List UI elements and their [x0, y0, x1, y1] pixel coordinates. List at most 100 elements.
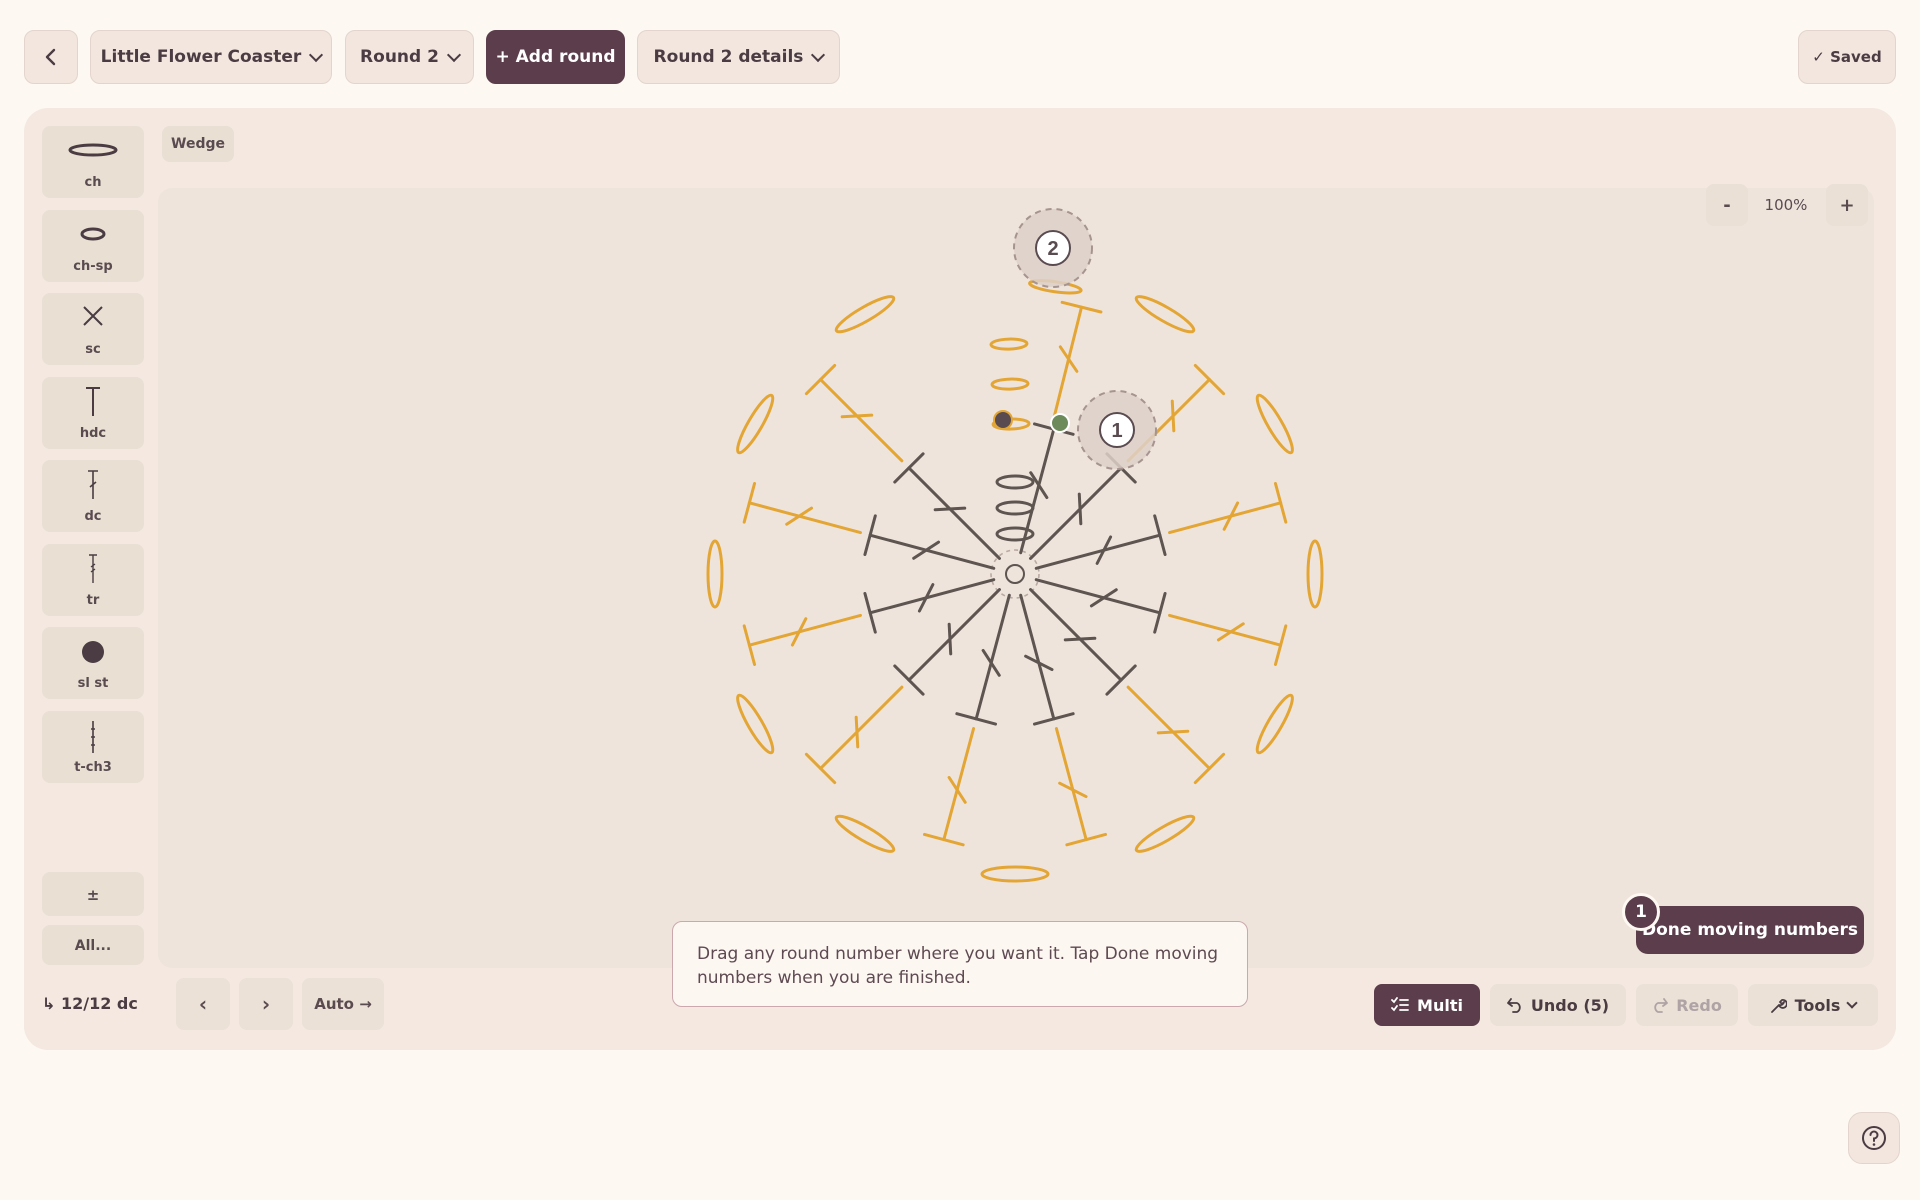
- all-stitches-label: All...: [74, 938, 112, 954]
- chevron-left-icon: [45, 48, 56, 66]
- help-button[interactable]: [1848, 1112, 1900, 1164]
- project-name: Little Flower Coaster: [100, 47, 302, 67]
- chain-icon: [68, 143, 118, 157]
- stitch-stroke: [947, 775, 967, 804]
- done-badge: 1: [1622, 893, 1660, 931]
- round2-dc-stitch[interactable]: [1126, 685, 1226, 785]
- round1-dc-stitch[interactable]: [893, 588, 1001, 696]
- project-select[interactable]: Little Flower Coaster: [90, 30, 332, 84]
- stitch-stroke: [785, 506, 814, 526]
- chain-space-icon: [80, 227, 106, 241]
- round1-dc-stitch[interactable]: [1019, 593, 1075, 726]
- stitch-stroke: [1168, 613, 1283, 647]
- checklist-icon: [1391, 997, 1409, 1012]
- round-details-label: Round 2 details: [653, 47, 804, 67]
- stitch-stroke: [1034, 578, 1162, 615]
- tool-label: sc: [85, 342, 101, 357]
- round-select[interactable]: Round 2: [345, 30, 474, 84]
- stitch-chart[interactable]: 21: [158, 188, 1874, 968]
- round2-chain-space: [834, 295, 896, 334]
- round2-chain-space: [980, 865, 1050, 883]
- zoom-in-button[interactable]: +: [1826, 184, 1868, 226]
- chart-canvas[interactable]: 21 - 100% +: [158, 184, 1874, 968]
- tool-turning-chain[interactable]: t-ch3: [42, 711, 144, 783]
- stitch-stroke: [1063, 636, 1097, 642]
- zoom-out-label: -: [1723, 194, 1731, 216]
- round2-dc-stitch[interactable]: [1168, 482, 1288, 535]
- round2-dc-stitch[interactable]: [742, 613, 862, 666]
- round1-dc-stitch[interactable]: [1034, 514, 1167, 570]
- stitch-stroke: [912, 540, 941, 560]
- undo-button[interactable]: Undo (5): [1490, 984, 1626, 1026]
- stitch-stroke: [1126, 685, 1211, 770]
- zoom-out-button[interactable]: -: [1706, 184, 1748, 226]
- add-round-label: + Add round: [495, 47, 616, 67]
- stitch-stroke: [1019, 427, 1056, 555]
- round1-dc-stitch[interactable]: [893, 452, 1001, 560]
- tools-menu-button[interactable]: Tools: [1748, 984, 1878, 1026]
- round2-dc-stitch[interactable]: [804, 363, 904, 463]
- round1-chain: [995, 500, 1035, 516]
- zoom-in-label: +: [1839, 194, 1855, 216]
- prev-stitch-button[interactable]: ‹: [176, 978, 230, 1030]
- round2-dc-stitch[interactable]: [1054, 727, 1107, 847]
- round2-chain-space: [1255, 393, 1294, 455]
- tool-chain[interactable]: ch: [42, 126, 144, 198]
- saved-status: ✓ Saved: [1798, 30, 1896, 84]
- done-moving-numbers-button[interactable]: Done moving numbers: [1636, 906, 1864, 954]
- redo-icon: [1654, 998, 1669, 1013]
- next-stitch-button[interactable]: ›: [239, 978, 293, 1030]
- increase-decrease-button[interactable]: ±: [42, 872, 144, 916]
- round1-chain: [995, 474, 1035, 490]
- stitch-stroke: [1051, 305, 1084, 425]
- tool-slip-stitch[interactable]: sl st: [42, 627, 144, 699]
- wrench-icon: [1770, 998, 1787, 1013]
- tools-label: Tools: [1794, 995, 1841, 1015]
- undo-icon: [1507, 998, 1521, 1013]
- multi-label: Multi: [1417, 995, 1463, 1015]
- double-crochet-icon: [88, 470, 98, 499]
- done-badge-number: 1: [1635, 902, 1647, 922]
- chevron-down-icon: [446, 47, 462, 62]
- round1-chain: [995, 526, 1035, 542]
- round1-dc-stitch[interactable]: [955, 593, 1011, 726]
- hint-tooltip: Drag any round number where you want it.…: [672, 921, 1248, 1007]
- turning-chain-icon: [91, 721, 95, 753]
- round1-dc-stitch[interactable]: [863, 578, 996, 634]
- tool-label: t-ch3: [74, 760, 112, 775]
- round2-dc-stitch[interactable]: [1168, 613, 1288, 666]
- tool-double-crochet[interactable]: dc: [42, 460, 144, 532]
- tool-treble-crochet[interactable]: tr: [42, 544, 144, 616]
- wedge-tag[interactable]: Wedge: [162, 126, 234, 162]
- zoom-level: 100%: [1764, 196, 1808, 214]
- chevron-down-icon: [309, 47, 324, 62]
- round1-dc-stitch[interactable]: [863, 514, 996, 570]
- multi-select-button[interactable]: Multi: [1374, 984, 1480, 1026]
- editor-panel: ch ch-sp sc hdc dc tr sl st t-ch3 ± All.…: [24, 108, 1896, 1050]
- auto-advance-button[interactable]: Auto →: [302, 978, 384, 1030]
- add-round-button[interactable]: + Add round: [486, 30, 625, 84]
- all-stitches-button[interactable]: All...: [42, 925, 144, 965]
- back-button[interactable]: [24, 30, 78, 84]
- round1-dc-stitch[interactable]: [1034, 578, 1167, 634]
- prev-label: ‹: [198, 992, 208, 1016]
- tool-label: ch: [84, 175, 102, 190]
- round2-dc-stitch[interactable]: [923, 727, 976, 847]
- half-double-crochet-icon: [86, 387, 100, 416]
- round1-dc-stitch[interactable]: [1029, 588, 1137, 696]
- zoom-controls: - 100% +: [1702, 184, 1874, 226]
- round1-dc-stitch[interactable]: [1019, 422, 1075, 555]
- round2-dc-stitch[interactable]: [742, 482, 862, 535]
- round2-dc-stitch[interactable]: [804, 685, 904, 785]
- redo-button[interactable]: Redo: [1636, 984, 1738, 1026]
- stitch-stroke: [819, 378, 904, 463]
- tool-chain-space[interactable]: ch-sp: [42, 210, 144, 282]
- saved-label: ✓ Saved: [1812, 48, 1882, 66]
- chevron-down-icon: [1846, 996, 1859, 1009]
- round-details-button[interactable]: Round 2 details: [637, 30, 840, 84]
- stitch-stroke: [819, 685, 904, 770]
- tool-single-crochet[interactable]: sc: [42, 293, 144, 365]
- tool-half-double[interactable]: hdc: [42, 377, 144, 449]
- stitch-stroke: [1170, 399, 1176, 433]
- treble-crochet-icon: [89, 554, 97, 583]
